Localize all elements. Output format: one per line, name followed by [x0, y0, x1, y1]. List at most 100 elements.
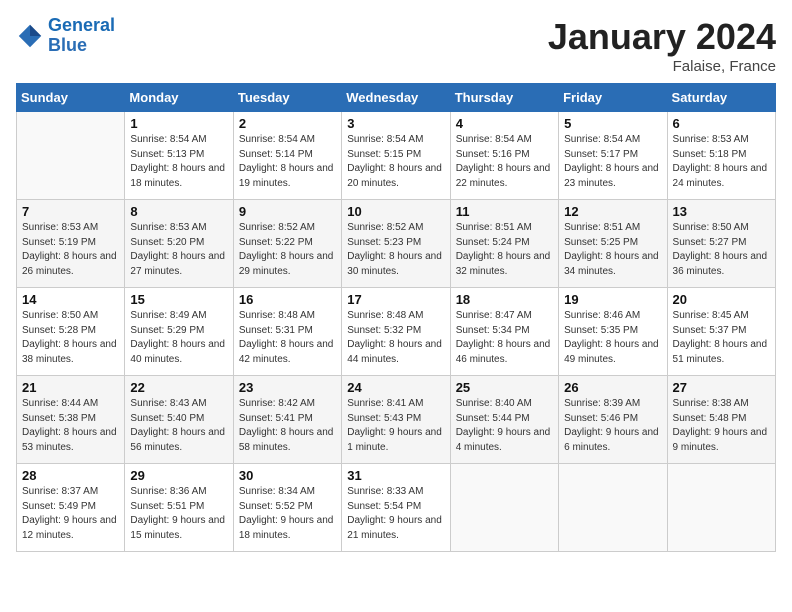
calendar-cell: 20Sunrise: 8:45 AMSunset: 5:37 PMDayligh…	[667, 288, 775, 376]
day-number: 9	[239, 204, 336, 219]
day-info: Sunrise: 8:45 AMSunset: 5:37 PMDaylight:…	[673, 309, 770, 367]
day-info: Sunrise: 8:53 AMSunset: 5:20 PMDaylight:…	[130, 221, 227, 279]
week-row-3: 14 Sunrise: 8:50 AMSunset: 5:28 PMDayligh…	[17, 288, 776, 376]
day-info: Sunrise: 8:39 AMSunset: 5:46 PMDaylight:…	[564, 397, 661, 455]
day-info: Sunrise: 8:54 AMSunset: 5:14 PMDaylight:…	[239, 133, 336, 191]
calendar-cell: 16Sunrise: 8:48 AMSunset: 5:31 PMDayligh…	[233, 288, 341, 376]
day-number: 30	[239, 468, 336, 483]
weekday-header-thursday: Thursday	[450, 84, 558, 112]
calendar-cell: 19 Sunrise: 8:46 AMSunset: 5:35 PMDayligh…	[559, 288, 667, 376]
day-info: Sunrise: 8:54 AMSunset: 5:15 PMDaylight:…	[347, 133, 444, 191]
day-number: 19	[564, 292, 661, 307]
week-row-5: 28Sunrise: 8:37 AMSunset: 5:49 PMDayligh…	[17, 464, 776, 552]
location: Falaise, France	[548, 58, 776, 75]
day-number: 22	[130, 380, 227, 395]
day-info: Sunrise: 8:33 AMSunset: 5:54 PMDaylight:…	[347, 485, 444, 543]
calendar-cell: 8 Sunrise: 8:53 AMSunset: 5:20 PMDaylight…	[125, 200, 233, 288]
calendar-cell: 13 Sunrise: 8:50 AMSunset: 5:27 PMDayligh…	[667, 200, 775, 288]
calendar-table: SundayMondayTuesdayWednesdayThursdayFrid…	[16, 83, 776, 552]
weekday-header-saturday: Saturday	[667, 84, 775, 112]
day-info: Sunrise: 8:53 AMSunset: 5:18 PMDaylight:…	[673, 133, 770, 191]
day-info: Sunrise: 8:40 AMSunset: 5:44 PMDaylight:…	[456, 397, 553, 455]
calendar-cell	[17, 112, 125, 200]
day-number: 16	[239, 292, 336, 307]
month-title: January 2024	[548, 16, 776, 58]
day-number: 7	[22, 204, 119, 219]
calendar-cell: 2 Sunrise: 8:54 AMSunset: 5:14 PMDaylight…	[233, 112, 341, 200]
calendar-cell: 15 Sunrise: 8:49 AMSunset: 5:29 PMDayligh…	[125, 288, 233, 376]
calendar-cell: 10 Sunrise: 8:52 AMSunset: 5:23 PMDayligh…	[342, 200, 450, 288]
logo: General Blue	[16, 16, 115, 56]
day-number: 4	[456, 116, 553, 131]
day-info: Sunrise: 8:36 AMSunset: 5:51 PMDaylight:…	[130, 485, 227, 543]
day-number: 31	[347, 468, 444, 483]
page-header: General Blue January 2024 Falaise, Franc…	[16, 16, 776, 75]
day-info: Sunrise: 8:41 AMSunset: 5:43 PMDaylight:…	[347, 397, 444, 455]
day-number: 25	[456, 380, 553, 395]
day-number: 18	[456, 292, 553, 307]
day-info: Sunrise: 8:44 AMSunset: 5:38 PMDaylight:…	[22, 397, 119, 455]
day-number: 29	[130, 468, 227, 483]
day-number: 3	[347, 116, 444, 131]
calendar-cell: 14 Sunrise: 8:50 AMSunset: 5:28 PMDayligh…	[17, 288, 125, 376]
day-info: Sunrise: 8:50 AMSunset: 5:28 PMDaylight:…	[22, 309, 119, 367]
day-info: Sunrise: 8:47 AMSunset: 5:34 PMDaylight:…	[456, 309, 553, 367]
day-info: Sunrise: 8:42 AMSunset: 5:41 PMDaylight:…	[239, 397, 336, 455]
day-number: 5	[564, 116, 661, 131]
week-row-2: 7Sunrise: 8:53 AMSunset: 5:19 PMDaylight…	[17, 200, 776, 288]
day-number: 2	[239, 116, 336, 131]
weekday-header-tuesday: Tuesday	[233, 84, 341, 112]
day-info: Sunrise: 8:34 AMSunset: 5:52 PMDaylight:…	[239, 485, 336, 543]
calendar-cell: 27 Sunrise: 8:38 AMSunset: 5:48 PMDayligh…	[667, 376, 775, 464]
calendar-cell: 11Sunrise: 8:51 AMSunset: 5:24 PMDayligh…	[450, 200, 558, 288]
day-info: Sunrise: 8:52 AMSunset: 5:23 PMDaylight:…	[347, 221, 444, 279]
day-info: Sunrise: 8:46 AMSunset: 5:35 PMDaylight:…	[564, 309, 661, 367]
calendar-cell: 9Sunrise: 8:52 AMSunset: 5:22 PMDaylight…	[233, 200, 341, 288]
day-info: Sunrise: 8:51 AMSunset: 5:25 PMDaylight:…	[564, 221, 661, 279]
calendar-cell	[667, 464, 775, 552]
day-number: 23	[239, 380, 336, 395]
weekday-header-monday: Monday	[125, 84, 233, 112]
calendar-cell: 23 Sunrise: 8:42 AMSunset: 5:41 PMDayligh…	[233, 376, 341, 464]
calendar-cell: 26Sunrise: 8:39 AMSunset: 5:46 PMDayligh…	[559, 376, 667, 464]
day-number: 27	[673, 380, 770, 395]
day-number: 15	[130, 292, 227, 307]
calendar-cell: 6 Sunrise: 8:53 AMSunset: 5:18 PMDaylight…	[667, 112, 775, 200]
week-row-1: 1 Sunrise: 8:54 AMSunset: 5:13 PMDaylight…	[17, 112, 776, 200]
calendar-cell: 17Sunrise: 8:48 AMSunset: 5:32 PMDayligh…	[342, 288, 450, 376]
day-number: 14	[22, 292, 119, 307]
calendar-cell: 29 Sunrise: 8:36 AMSunset: 5:51 PMDayligh…	[125, 464, 233, 552]
day-info: Sunrise: 8:50 AMSunset: 5:27 PMDaylight:…	[673, 221, 770, 279]
day-info: Sunrise: 8:49 AMSunset: 5:29 PMDaylight:…	[130, 309, 227, 367]
day-number: 12	[564, 204, 661, 219]
weekday-header-sunday: Sunday	[17, 84, 125, 112]
calendar-cell: 22Sunrise: 8:43 AMSunset: 5:40 PMDayligh…	[125, 376, 233, 464]
calendar-cell: 7Sunrise: 8:53 AMSunset: 5:19 PMDaylight…	[17, 200, 125, 288]
day-number: 8	[130, 204, 227, 219]
calendar-cell: 12 Sunrise: 8:51 AMSunset: 5:25 PMDayligh…	[559, 200, 667, 288]
calendar-cell: 31 Sunrise: 8:33 AMSunset: 5:54 PMDayligh…	[342, 464, 450, 552]
day-number: 28	[22, 468, 119, 483]
day-number: 11	[456, 204, 553, 219]
logo-icon	[16, 22, 44, 50]
day-number: 10	[347, 204, 444, 219]
day-info: Sunrise: 8:54 AMSunset: 5:13 PMDaylight:…	[130, 133, 227, 191]
day-info: Sunrise: 8:38 AMSunset: 5:48 PMDaylight:…	[673, 397, 770, 455]
day-number: 6	[673, 116, 770, 131]
calendar-cell: 24Sunrise: 8:41 AMSunset: 5:43 PMDayligh…	[342, 376, 450, 464]
day-number: 1	[130, 116, 227, 131]
weekday-header-wednesday: Wednesday	[342, 84, 450, 112]
calendar-cell: 30 Sunrise: 8:34 AMSunset: 5:52 PMDayligh…	[233, 464, 341, 552]
calendar-cell: 1 Sunrise: 8:54 AMSunset: 5:13 PMDaylight…	[125, 112, 233, 200]
calendar-cell: 18 Sunrise: 8:47 AMSunset: 5:34 PMDayligh…	[450, 288, 558, 376]
calendar-cell: 25 Sunrise: 8:40 AMSunset: 5:44 PMDayligh…	[450, 376, 558, 464]
weekday-header-friday: Friday	[559, 84, 667, 112]
week-row-4: 21 Sunrise: 8:44 AMSunset: 5:38 PMDayligh…	[17, 376, 776, 464]
title-block: January 2024 Falaise, France	[548, 16, 776, 75]
calendar-cell: 28Sunrise: 8:37 AMSunset: 5:49 PMDayligh…	[17, 464, 125, 552]
day-number: 13	[673, 204, 770, 219]
day-number: 17	[347, 292, 444, 307]
calendar-cell: 5Sunrise: 8:54 AMSunset: 5:17 PMDaylight…	[559, 112, 667, 200]
weekday-header-row: SundayMondayTuesdayWednesdayThursdayFrid…	[17, 84, 776, 112]
day-number: 21	[22, 380, 119, 395]
